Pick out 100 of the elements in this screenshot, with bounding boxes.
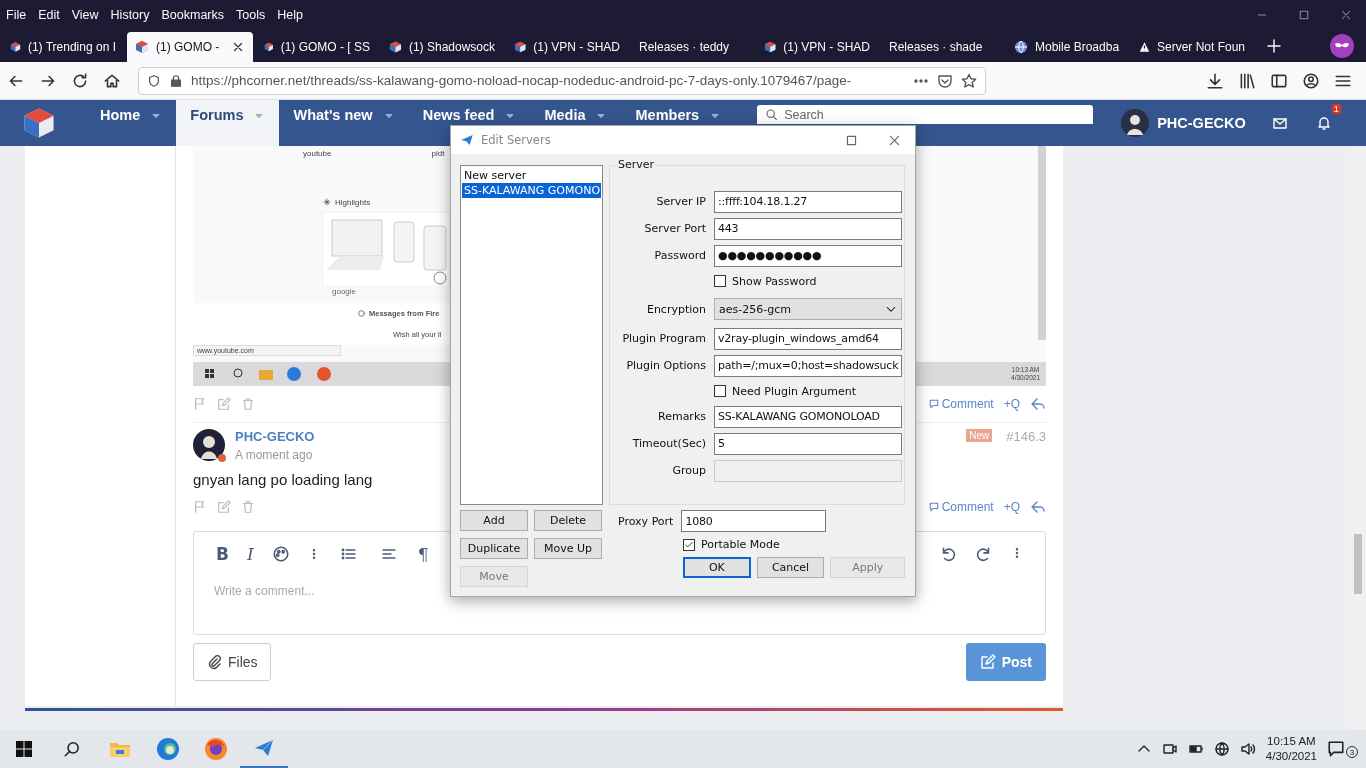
lock-icon[interactable] xyxy=(169,73,183,88)
clock-time[interactable]: 10:15 AM xyxy=(1267,734,1316,749)
menu-item[interactable]: Help xyxy=(271,8,309,22)
comment-icon[interactable] xyxy=(927,398,940,410)
nav-link[interactable]: Forums xyxy=(190,107,244,123)
avatar[interactable] xyxy=(193,429,227,463)
input-field[interactable]: ::ffff:104.18.1.27 xyxy=(714,190,902,213)
input-field[interactable]: 1080 xyxy=(681,510,827,532)
input-field[interactable]: 5 xyxy=(714,432,902,455)
nav-link[interactable]: What's new xyxy=(293,107,373,123)
globe-icon[interactable] xyxy=(1213,741,1230,757)
quote-link[interactable]: +Q xyxy=(1003,500,1020,514)
dialog-button[interactable]: Move Up xyxy=(534,538,602,559)
dialog-button[interactable]: Add xyxy=(460,510,528,531)
bold-tool[interactable]: B xyxy=(216,544,229,564)
dialog-button[interactable]: Delete xyxy=(534,510,602,531)
close-icon[interactable] xyxy=(888,133,901,147)
dialog-button[interactable]: OK xyxy=(683,557,751,578)
dialog-button[interactable]: Cancel xyxy=(756,557,825,578)
shield-icon[interactable] xyxy=(147,73,161,88)
files-button[interactable]: Files xyxy=(193,643,271,681)
star-icon[interactable] xyxy=(961,72,977,89)
nav-link[interactable]: Members xyxy=(635,107,700,123)
download-icon[interactable] xyxy=(1206,71,1224,90)
bell-icon[interactable] xyxy=(1315,115,1332,131)
list-item[interactable]: SS-KALAWANG GOMONO xyxy=(462,183,601,198)
field-label: Server IP xyxy=(655,195,706,208)
author-name[interactable]: PHC-GECKO xyxy=(235,429,315,444)
account-icon[interactable] xyxy=(1302,71,1320,90)
browser-tab[interactable]: Releases · shade xyxy=(881,32,1003,62)
windows-icon[interactable] xyxy=(16,741,32,757)
reload-icon[interactable] xyxy=(71,71,89,90)
paperclip-icon[interactable] xyxy=(206,654,222,670)
list-item[interactable]: New server xyxy=(462,168,601,183)
checkbox-label[interactable]: Need Plugin Argument xyxy=(732,384,856,398)
reply-icon[interactable] xyxy=(1030,396,1046,412)
nav-link[interactable]: News feed xyxy=(422,107,495,123)
notification-icon[interactable] xyxy=(1327,740,1345,758)
menu-item[interactable]: Edit xyxy=(32,8,66,22)
field-label: Encryption xyxy=(645,302,706,316)
checkbox[interactable] xyxy=(714,385,726,397)
logo[interactable] xyxy=(22,106,56,140)
browser-tab[interactable]: (1) Shadowsock xyxy=(381,32,503,62)
nav-link[interactable]: Home xyxy=(100,107,141,123)
browser-tab[interactable]: (1) Trending on I xyxy=(2,32,124,62)
browser-icon[interactable] xyxy=(156,737,180,761)
folder-icon[interactable] xyxy=(109,740,131,758)
reply-icon[interactable] xyxy=(1030,499,1046,515)
address-bar[interactable]: https://phcorner.net/threads/ss-kalawang-gomo-noload-nocap-nodeduc-android-pc-7-days-only.1079467/page- xyxy=(138,66,986,95)
checkbox[interactable] xyxy=(683,538,695,551)
menu-item[interactable]: Tools xyxy=(230,8,272,22)
server-list[interactable]: New server SS-KALAWANG GOMONO xyxy=(460,165,603,505)
mask-icon[interactable] xyxy=(1330,34,1354,58)
username[interactable]: PHC-GECKO xyxy=(1157,115,1246,131)
camera-icon[interactable] xyxy=(1161,741,1178,757)
browser-tab[interactable]: Mobile Broadba xyxy=(1006,32,1128,62)
pocket-icon[interactable] xyxy=(937,72,953,89)
menu-item[interactable]: Bookmarks xyxy=(155,8,230,22)
italic-tool[interactable]: I xyxy=(246,544,254,564)
input-field[interactable]: v2ray-plugin_windows_amd64 xyxy=(714,327,902,350)
input-field[interactable]: SS-KALAWANG GOMONOLOAD xyxy=(714,405,902,428)
new-badge: New xyxy=(966,429,993,442)
paragraph-tool[interactable]: ¶ xyxy=(417,544,429,564)
clock-date[interactable]: 4/30/2021 xyxy=(1265,749,1317,764)
fox-icon[interactable] xyxy=(204,737,228,761)
input-field[interactable]: 443 xyxy=(714,217,902,240)
search-icon[interactable] xyxy=(63,740,81,758)
browser-tab[interactable]: Releases · teddy xyxy=(631,32,753,62)
alert-badge: 1 xyxy=(1331,104,1341,114)
browser-tab[interactable]: (1) GOMO - [ SS xyxy=(256,32,378,62)
close-icon[interactable] xyxy=(231,40,245,54)
scrollbar-thumb[interactable] xyxy=(1354,534,1362,594)
maximize-icon[interactable] xyxy=(845,133,858,147)
nav-link[interactable]: Media xyxy=(544,107,586,123)
checkbox-label[interactable]: Portable Mode xyxy=(701,538,780,551)
menu-item[interactable]: View xyxy=(65,8,105,22)
new-tab-icon[interactable] xyxy=(1266,38,1282,54)
comment-icon[interactable] xyxy=(927,501,940,513)
palette-icon[interactable] xyxy=(271,545,290,563)
browser-tab[interactable]: Server Not Foun xyxy=(1131,32,1253,62)
dropdown[interactable]: aes-256-gcm xyxy=(714,298,902,320)
checkbox[interactable] xyxy=(714,275,726,287)
mail-icon[interactable] xyxy=(1271,115,1288,131)
maximize-icon[interactable] xyxy=(1298,9,1310,21)
browser-tab[interactable]: (1) VPN - SHAD xyxy=(756,32,878,62)
checkbox-label[interactable]: Show Password xyxy=(732,274,817,288)
quote-link[interactable]: +Q xyxy=(1003,397,1020,411)
browser-tab[interactable]: (1) GOMO - xyxy=(127,32,253,62)
input-field[interactable]: path=/;mux=0;host=shadowsuck xyxy=(714,354,902,377)
comment-link[interactable]: Comment xyxy=(927,397,994,411)
input-field[interactable]: ●●●●●●●●●●● xyxy=(714,244,902,267)
menu-item[interactable]: History xyxy=(104,8,156,22)
search-field[interactable]: Search xyxy=(757,105,1094,124)
speaker-icon[interactable] xyxy=(1239,741,1256,757)
dialog-button[interactable]: Duplicate xyxy=(460,538,528,559)
browser-tab[interactable]: (1) VPN - SHAD xyxy=(506,32,628,62)
avatar[interactable] xyxy=(1121,109,1150,137)
menu-item[interactable]: File xyxy=(0,8,33,22)
comment-link[interactable]: Comment xyxy=(927,500,994,514)
library-icon[interactable] xyxy=(1238,71,1256,90)
